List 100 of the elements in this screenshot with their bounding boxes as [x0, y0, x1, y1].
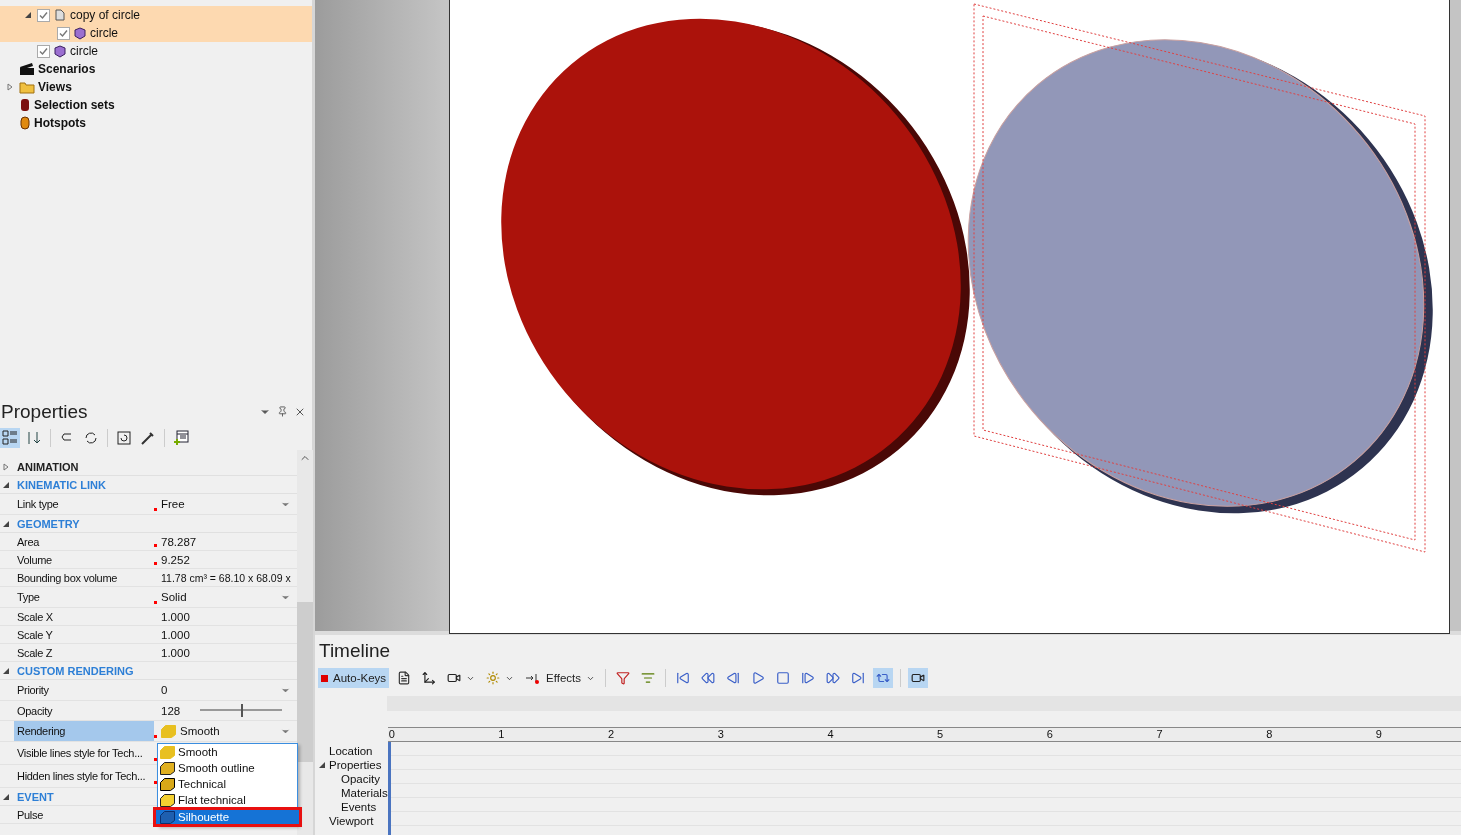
cube-icon — [160, 810, 175, 824]
cube-icon — [73, 26, 87, 40]
tree-row[interactable]: copy of circle — [0, 6, 312, 24]
property-label: Hidden lines style for Tech... — [16, 769, 147, 784]
close-icon[interactable] — [294, 406, 306, 418]
play-icon — [751, 671, 765, 685]
category-title: EVENT — [17, 790, 54, 803]
tree-label: Scenarios — [38, 62, 96, 76]
property-label: Scale X — [16, 609, 54, 625]
track-label[interactable]: Events — [315, 800, 388, 814]
record-icon — [321, 674, 328, 682]
category-title: CUSTOM RENDERING — [17, 664, 134, 677]
menu-item[interactable]: Smooth — [158, 744, 297, 760]
tree-label: Selection sets — [34, 98, 115, 112]
tree-label: copy of circle — [70, 8, 141, 22]
add-table-button[interactable] — [171, 428, 191, 448]
scrollbar[interactable] — [296, 450, 313, 835]
auto-keys-button[interactable]: Auto-Keys — [318, 668, 390, 688]
loop-icon — [876, 671, 890, 685]
cube-icon — [161, 724, 176, 738]
track-label[interactable]: Location — [315, 744, 388, 758]
tree-row[interactable]: Selection sets — [0, 96, 312, 114]
track-label[interactable]: Viewport — [315, 814, 388, 828]
effects-icon — [525, 672, 542, 684]
cube-icon — [160, 777, 175, 791]
cube-icon — [53, 44, 67, 58]
stop-icon — [776, 671, 790, 685]
panel-title: Timeline — [318, 639, 392, 663]
categorized-button[interactable] — [0, 428, 20, 448]
tree-row[interactable]: Scenarios — [0, 60, 312, 78]
property-label: Volume — [16, 552, 53, 568]
time-ruler[interactable]: 0 1 2 3 4 5 6 7 8 9 — [387, 727, 1461, 742]
property-value: 1.000 — [161, 646, 190, 659]
skip-back-icon — [676, 671, 690, 685]
category-header[interactable]: GEOMETRY — [0, 515, 297, 533]
property-label: Link type — [16, 497, 60, 512]
refresh-icon — [83, 430, 99, 446]
property-label: Opacity — [16, 703, 54, 719]
tree-row[interactable]: circle — [0, 42, 312, 60]
preview-button[interactable] — [908, 668, 928, 688]
track-label[interactable]: Opacity — [315, 772, 388, 786]
category-title: KINEMATIC LINK — [17, 478, 106, 491]
camera-icon — [447, 671, 462, 685]
category-title: ANIMATION — [17, 460, 79, 473]
document-icon — [397, 671, 412, 685]
property-label: Pulse — [16, 807, 45, 823]
category-header[interactable]: ANIMATION — [0, 458, 297, 476]
property-value: 11.78 cm³ = 68.10 x 68.09 x — [161, 571, 291, 584]
tree-row[interactable]: Hotspots — [0, 114, 312, 132]
grid-icon — [2, 430, 18, 446]
category-header[interactable]: KINEMATIC LINK — [0, 476, 297, 494]
tree-label: circle — [90, 26, 118, 40]
filter-list-icon — [641, 671, 655, 685]
clapperboard-icon — [19, 62, 35, 76]
pin-icon[interactable] — [277, 406, 288, 417]
dropdown-field[interactable]: Free — [161, 498, 291, 510]
cube-icon — [160, 793, 175, 807]
selection-set-icon — [19, 98, 31, 112]
property-label: Visible lines style for Tech... — [16, 746, 144, 761]
property-label: Type — [16, 590, 41, 605]
category-header[interactable]: CUSTOM RENDERING — [0, 662, 297, 680]
checkbox[interactable] — [57, 26, 70, 40]
camera-icon — [911, 671, 925, 685]
reset-button[interactable] — [114, 428, 134, 448]
tree-row[interactable]: Views — [0, 78, 312, 96]
menu-item[interactable]: Silhouette — [155, 809, 300, 825]
panel-title: Properties — [1, 401, 89, 423]
menu-item[interactable]: Flat technical — [158, 792, 297, 808]
tree-row[interactable]: circle — [0, 24, 312, 42]
property-value: 9.252 — [161, 553, 190, 566]
property-label: Priority — [16, 683, 50, 698]
effects-button[interactable]: Effects — [522, 668, 598, 688]
checkbox[interactable] — [37, 44, 50, 58]
assembly-icon — [53, 8, 67, 22]
sort-icon — [26, 430, 42, 446]
step-back-icon — [726, 671, 740, 685]
category-title: GEOMETRY — [17, 517, 80, 530]
property-value: 78.287 — [161, 535, 197, 548]
property-label: Area — [16, 534, 41, 550]
light-icon — [486, 671, 501, 685]
step-forward-icon — [801, 671, 815, 685]
track-label[interactable]: Properties — [315, 758, 388, 772]
dropdown-field[interactable]: 0 — [161, 684, 291, 696]
reset-icon — [116, 430, 132, 446]
checkbox[interactable] — [37, 8, 50, 22]
tree-label: Views — [38, 80, 72, 94]
collapse-arrow-icon[interactable] — [318, 761, 326, 769]
fast-forward-icon — [826, 671, 840, 685]
dropdown-field[interactable]: Smooth — [161, 724, 291, 738]
property-value: 1.000 — [161, 628, 190, 641]
dropdown-field[interactable]: Solid — [161, 591, 291, 603]
scrollbar-thumb[interactable] — [296, 602, 313, 762]
slider-thumb[interactable] — [241, 704, 244, 717]
loop-button[interactable] — [873, 668, 893, 688]
menu-item[interactable]: Smooth outline — [158, 760, 297, 776]
table-add-icon — [173, 430, 189, 446]
track-label[interactable]: Materials — [315, 786, 388, 800]
property-label: Bounding box volume — [16, 570, 119, 586]
folder-icon — [19, 80, 35, 94]
tree-label: Hotspots — [34, 116, 86, 130]
